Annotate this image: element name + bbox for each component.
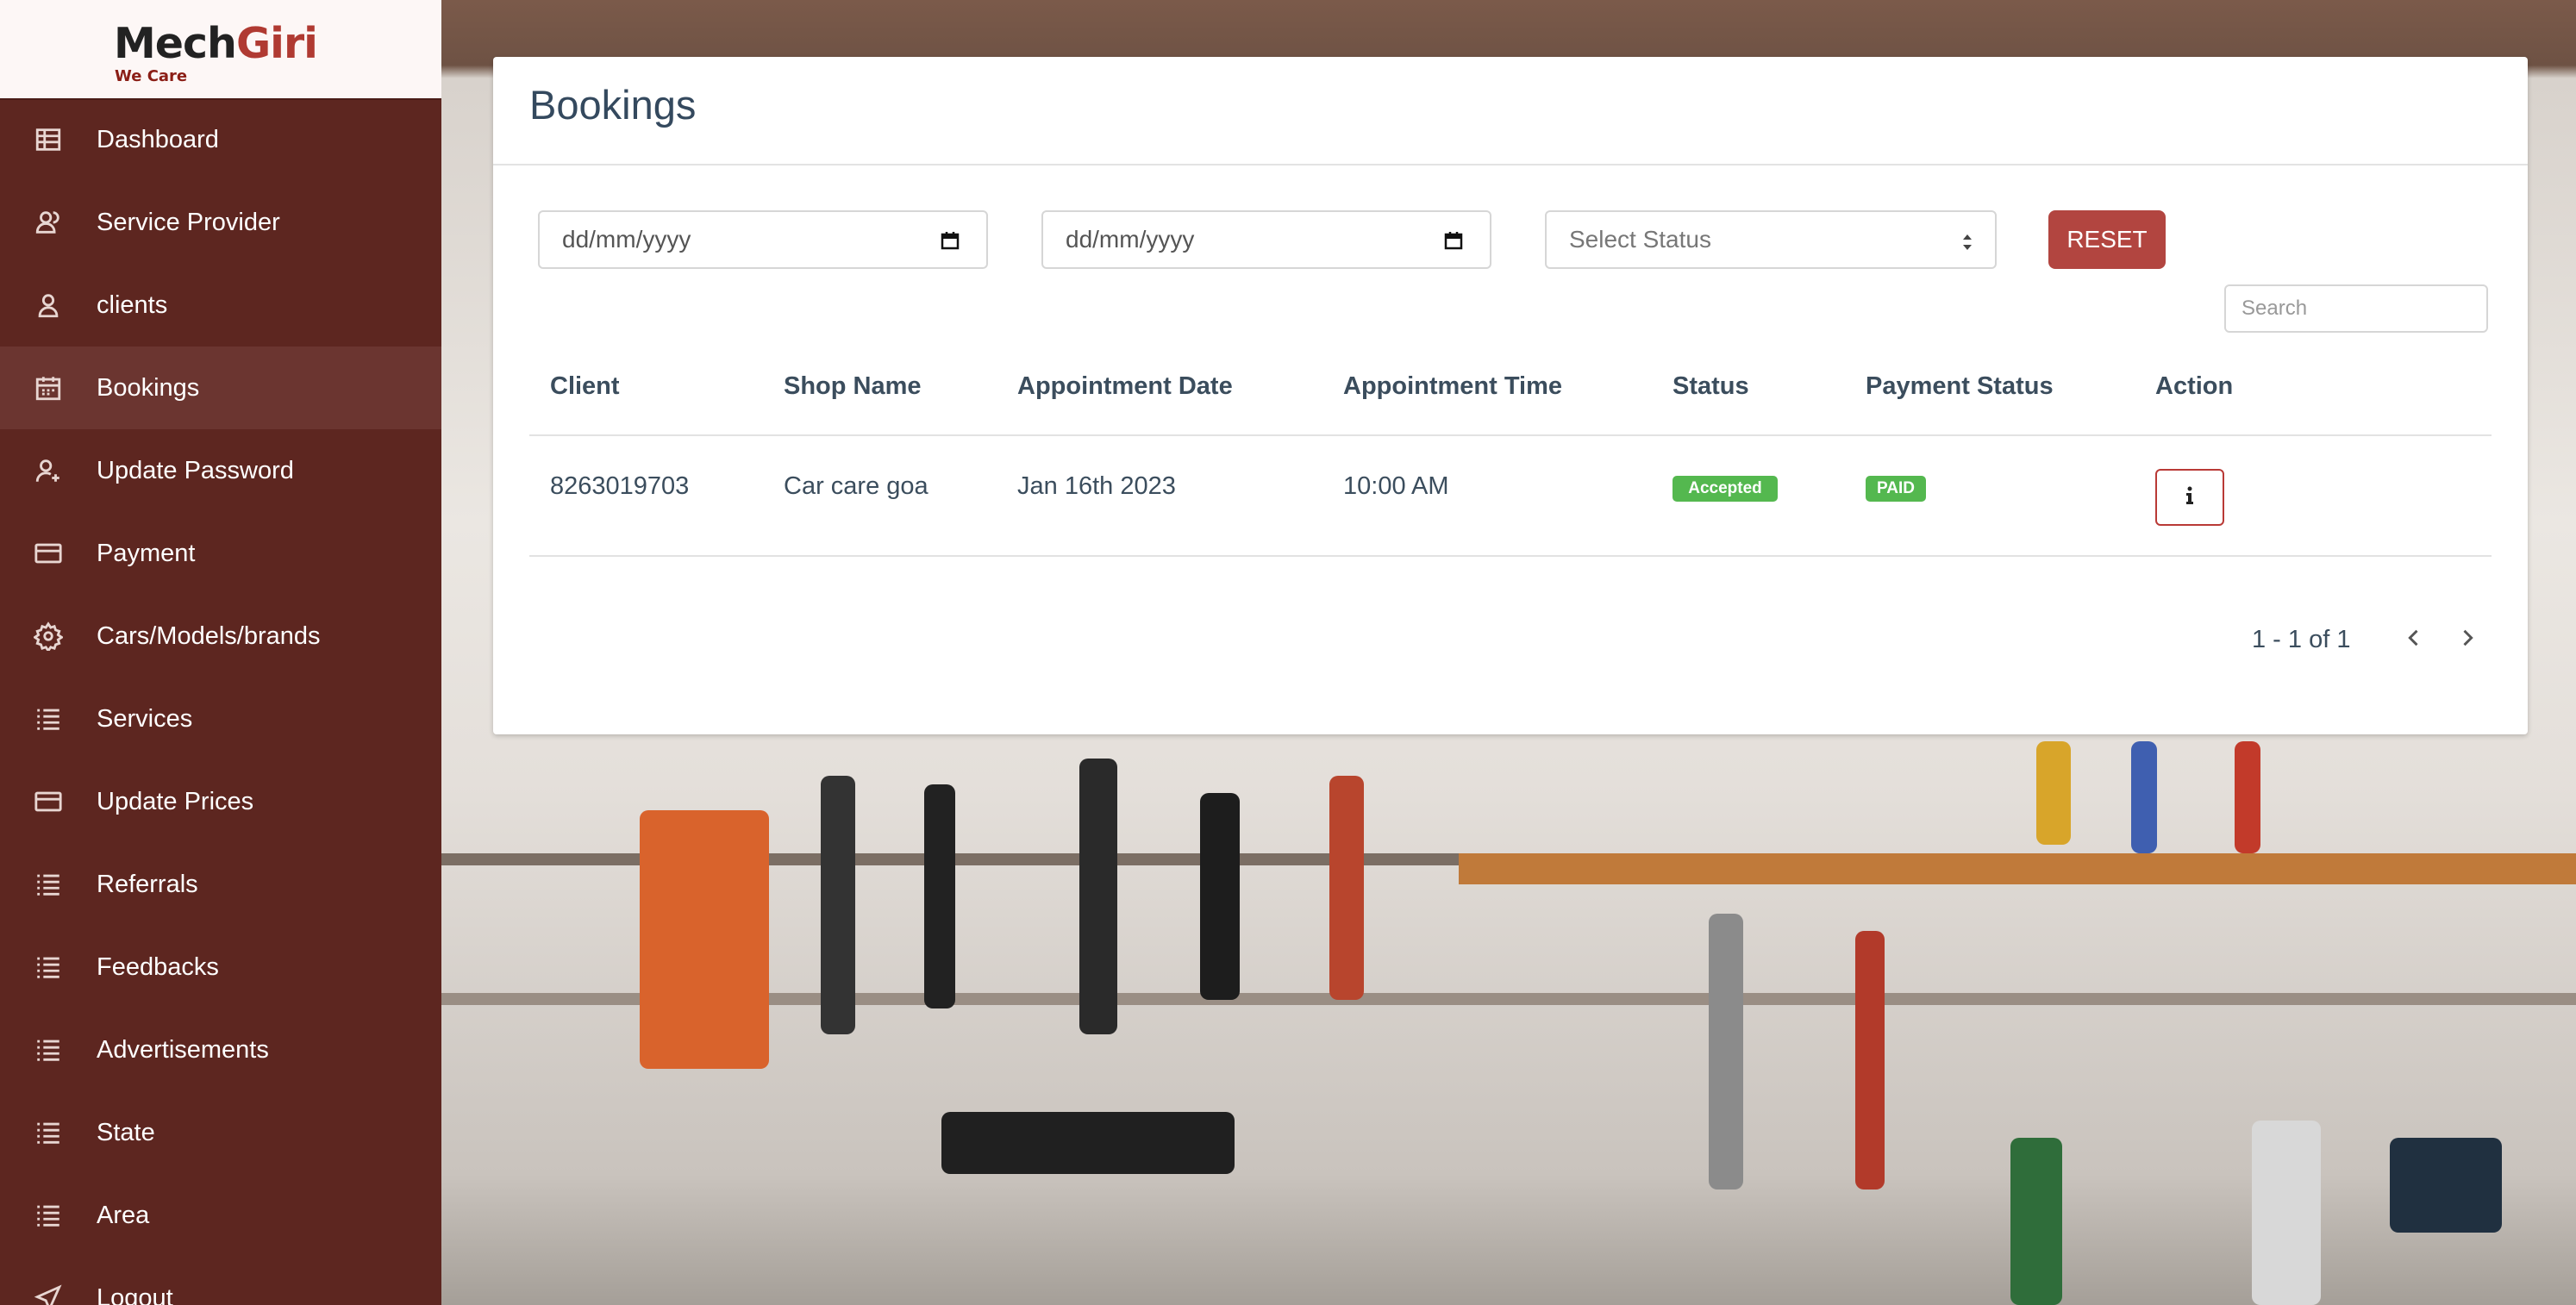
sidebar-item-area[interactable]: Area [0, 1174, 441, 1257]
column-header-status[interactable]: Status [1673, 372, 1749, 401]
sidebar-item-update-password[interactable]: Update Password [0, 429, 441, 512]
cell-appointment-time: 10:00 AM [1343, 472, 1449, 500]
card-header: Bookings [493, 57, 2528, 165]
sidebar-item-label: Service Provider [97, 208, 280, 236]
send-icon [33, 1283, 64, 1305]
list-icon [33, 1034, 64, 1065]
prev-page-button[interactable] [2397, 622, 2431, 657]
sidebar-item-logout[interactable]: Logout [0, 1257, 441, 1305]
sidebar-item-feedbacks[interactable]: Feedbacks [0, 926, 441, 1008]
sidebar-item-label: Feedbacks [97, 952, 219, 981]
sidebar-item-service-provider[interactable]: Service Provider [0, 181, 441, 264]
sidebar-item-label: Logout [97, 1283, 173, 1305]
sidebar-item-bookings[interactable]: Bookings [0, 347, 441, 429]
logo[interactable]: MechGiri We Care [0, 0, 441, 100]
list-icon [33, 952, 64, 983]
users-icon [33, 207, 64, 238]
calendar-picker-icon[interactable] [940, 229, 960, 250]
header-divider [529, 434, 2492, 436]
from-date-placeholder: dd/mm/yyyy [562, 226, 691, 253]
sidebar-item-dashboard[interactable]: Dashboard [0, 98, 441, 181]
logo-tagline: We Care [115, 67, 188, 85]
from-date-input[interactable]: dd/mm/yyyy [538, 210, 988, 269]
sidebar-item-label: clients [97, 290, 168, 319]
sidebar-item-update-prices[interactable]: Update Prices [0, 760, 441, 843]
list-icon [33, 869, 64, 900]
column-header-appointment-date[interactable]: Appointment Date [1017, 372, 1233, 401]
search-input[interactable]: Search [2224, 284, 2488, 333]
table-icon [33, 124, 64, 155]
gear-icon [33, 621, 64, 652]
payment-status-badge: PAID [1866, 476, 1926, 502]
status-badge: Accepted [1673, 476, 1778, 502]
sidebar-item-payment[interactable]: Payment [0, 512, 441, 595]
column-header-payment-status[interactable]: Payment Status [1866, 372, 2054, 401]
list-icon [33, 1117, 64, 1148]
sidebar-item-label: Advertisements [97, 1035, 269, 1064]
cell-shop-name: Car care goa [784, 472, 928, 500]
sidebar-item-label: Payment [97, 539, 196, 567]
calendar-icon [33, 372, 64, 403]
sidebar-item-advertisements[interactable]: Advertisements [0, 1008, 441, 1091]
sidebar-item-label: Dashboard [97, 125, 219, 153]
sidebar-item-label: Services [97, 704, 193, 733]
sidebar-item-clients[interactable]: clients [0, 264, 441, 347]
user-plus-icon [33, 455, 64, 486]
search-placeholder: Search [2241, 297, 2308, 320]
chevron-right-icon [2455, 626, 2479, 654]
list-icon [33, 703, 64, 734]
sidebar-item-label: Referrals [97, 870, 198, 898]
column-header-appointment-time[interactable]: Appointment Time [1343, 372, 1562, 401]
sidebar-item-services[interactable]: Services [0, 677, 441, 760]
to-date-placeholder: dd/mm/yyyy [1066, 226, 1195, 253]
sidebar-item-label: Update Password [97, 456, 294, 484]
cell-client: 8263019703 [550, 472, 690, 500]
sidebar-item-label: State [97, 1118, 155, 1146]
column-header-client[interactable]: Client [550, 372, 620, 401]
status-select[interactable]: Select Status [1545, 210, 1997, 269]
select-caret-icon [1960, 231, 1974, 253]
sidebar-item-label: Cars/Models/brands [97, 621, 321, 650]
sidebar-item-label: Area [97, 1201, 150, 1229]
column-header-shop-name[interactable]: Shop Name [784, 372, 922, 401]
info-icon [2185, 485, 2195, 510]
row-divider [529, 555, 2492, 557]
bookings-card: Bookings dd/mm/yyyy dd/mm/yyyy Select St… [493, 57, 2528, 734]
sidebar-item-referrals[interactable]: Referrals [0, 843, 441, 926]
credit-card-icon [33, 786, 64, 817]
page-title: Bookings [529, 82, 697, 128]
sidebar: MechGiri We Care Dashboard Service Provi… [0, 0, 441, 1305]
logo-title: MechGiri [114, 19, 318, 68]
status-select-value: Select Status [1569, 226, 1711, 253]
sidebar-item-state[interactable]: State [0, 1091, 441, 1174]
reset-button[interactable]: RESET [2048, 210, 2166, 269]
pagination-range: 1 - 1 of 1 [2252, 626, 2351, 653]
list-icon [33, 1200, 64, 1231]
sidebar-item-label: Bookings [97, 373, 200, 402]
column-header-action: Action [2155, 372, 2234, 400]
credit-card-icon [33, 538, 64, 569]
user-icon [33, 290, 64, 321]
next-page-button[interactable] [2450, 622, 2485, 657]
sidebar-item-label: Update Prices [97, 787, 254, 815]
sidebar-item-cars-models-brands[interactable]: Cars/Models/brands [0, 595, 441, 677]
view-details-button[interactable] [2155, 469, 2224, 526]
to-date-input[interactable]: dd/mm/yyyy [1041, 210, 1491, 269]
calendar-picker-icon[interactable] [1443, 229, 1464, 250]
cell-appointment-date: Jan 16th 2023 [1017, 472, 1176, 500]
chevron-left-icon [2402, 626, 2426, 654]
